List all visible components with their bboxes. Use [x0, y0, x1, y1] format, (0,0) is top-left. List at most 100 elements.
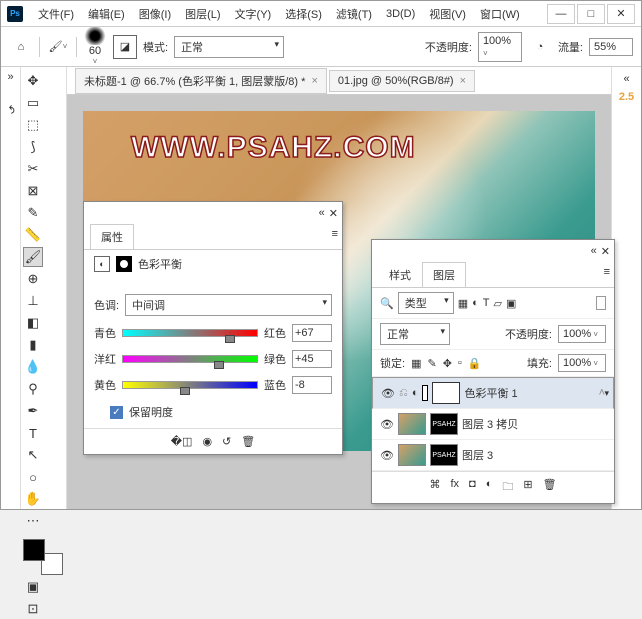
reset-icon[interactable]: ↺ [222, 435, 231, 448]
doc-tab-2[interactable]: 01.jpg @ 50%(RGB/8#) × [329, 70, 475, 92]
pen-tool[interactable]: ✒ [23, 401, 43, 421]
expand-icon[interactable]: » [7, 71, 13, 83]
layer-thumb[interactable] [398, 444, 426, 466]
link-icon[interactable]: ⌘ [429, 478, 440, 497]
layer-name[interactable]: 色彩平衡 1 [464, 385, 517, 401]
healing-tool[interactable]: ⊕ [23, 269, 43, 289]
layer-row-color-balance[interactable]: 👁 ⎌ ◐ 色彩平衡 1 ˄ [372, 377, 614, 409]
menu-window[interactable]: 窗口(W) [473, 6, 527, 22]
screenmode-tool[interactable]: ⊡ [23, 599, 43, 619]
home-icon[interactable]: ⌂ [9, 35, 33, 59]
close-icon[interactable]: × [311, 75, 317, 87]
visibility-icon[interactable]: 👁 [380, 418, 394, 431]
trash-icon[interactable]: 🗑 [543, 478, 557, 497]
mask-icon[interactable] [116, 256, 132, 272]
panel-menu-icon[interactable]: ≡ [328, 224, 342, 249]
gradient-tool[interactable]: ▮ [23, 335, 43, 355]
marquee-tool[interactable]: ⬚ [23, 115, 43, 135]
lock-paint-icon[interactable]: ✎ [427, 357, 436, 370]
mask-icon[interactable]: ◘ [469, 478, 476, 497]
layer-thumb-text[interactable]: PSAHZ [430, 444, 458, 466]
crop-tool[interactable]: ✂ [23, 159, 43, 179]
menu-type[interactable]: 文字(Y) [228, 6, 279, 22]
flow-input[interactable]: 55% [589, 38, 633, 56]
lock-position-icon[interactable]: ✥ [443, 357, 452, 370]
visibility-icon[interactable]: 👁 [381, 387, 395, 400]
fill-input[interactable]: 100% [558, 354, 606, 372]
lock-pixels-icon[interactable]: ▦ [411, 357, 421, 370]
history-icon[interactable]: ↶ [4, 105, 17, 114]
frame-tool[interactable]: ⊠ [23, 181, 43, 201]
shape-tool[interactable]: ○ [23, 467, 43, 487]
yellow-blue-value[interactable]: -8 [292, 376, 332, 394]
collapse-icon[interactable]: « [623, 73, 629, 85]
filter-type-select[interactable]: 类型 [398, 292, 454, 314]
menu-3d[interactable]: 3D(D) [379, 8, 422, 20]
brush-tool-icon[interactable]: 🖌 [46, 35, 70, 59]
menu-view[interactable]: 视图(V) [422, 6, 473, 22]
tone-select[interactable]: 中间调 [125, 294, 332, 316]
window-close-button[interactable]: ✕ [607, 4, 635, 24]
clone-tool[interactable]: ⊥ [23, 291, 43, 311]
close-icon[interactable]: ✕ [601, 245, 610, 258]
menu-image[interactable]: 图像(I) [132, 6, 178, 22]
lock-artboard-icon[interactable]: ▫ [458, 357, 462, 369]
cyan-red-slider[interactable] [122, 329, 258, 337]
link-icon[interactable]: ⎌ [399, 387, 408, 400]
adjustment-icon[interactable]: ◐ [486, 478, 493, 497]
window-minimize-button[interactable]: — [547, 4, 575, 24]
menu-layer[interactable]: 图层(L) [178, 6, 227, 22]
pressure-opacity-icon[interactable]: ◔ [528, 35, 552, 59]
dodge-tool[interactable]: ⚲ [23, 379, 43, 399]
layer-row-3[interactable]: 👁 PSAHZ 图层 3 [372, 440, 614, 471]
artboard-tool[interactable]: ▭ [23, 93, 43, 113]
tab-layers[interactable]: 图层 [422, 262, 466, 287]
blur-tool[interactable]: 💧 [23, 357, 43, 377]
layer-name[interactable]: 图层 3 拷贝 [462, 416, 518, 432]
view-icon[interactable]: ◉ [202, 435, 212, 448]
menu-file[interactable]: 文件(F) [31, 6, 81, 22]
new-layer-icon[interactable]: ⊞ [523, 478, 532, 497]
filter-shape-icon[interactable]: ▱ [494, 297, 502, 310]
trash-icon[interactable]: 🗑 [241, 435, 255, 448]
layer-row-copy[interactable]: 👁 PSAHZ 图层 3 拷贝 [372, 409, 614, 440]
panel-menu-icon[interactable]: ≡ [600, 262, 614, 287]
type-tool[interactable]: T [23, 423, 43, 443]
brush-panel-toggle-icon[interactable]: ◪ [113, 35, 137, 59]
filter-pixel-icon[interactable]: ▦ [458, 297, 468, 310]
doc-tab-1[interactable]: 未标题-1 @ 66.7% (色彩平衡 1, 图层蒙版/8) * × [75, 68, 327, 94]
blend-mode-select[interactable]: 正常 [174, 36, 284, 58]
more-tool[interactable]: ⋯ [23, 511, 43, 531]
layers-panel[interactable]: « ✕ 样式 图层 ≡ 🔍 类型 ▦ ◐ T ▱ ▣ 正常 不透明度: 100%… [371, 239, 615, 504]
magenta-green-value[interactable]: +45 [292, 350, 332, 368]
filter-toggle[interactable] [596, 296, 606, 310]
lock-all-icon[interactable]: 🔒 [468, 357, 482, 370]
blend-mode-select[interactable]: 正常 [380, 323, 450, 345]
quickmask-tool[interactable]: ▣ [23, 577, 43, 597]
close-icon[interactable]: × [460, 75, 466, 87]
menu-select[interactable]: 选择(S) [278, 6, 329, 22]
visibility-icon[interactable]: 👁 [380, 449, 394, 462]
magenta-green-slider[interactable] [122, 355, 258, 363]
filter-type-icon[interactable]: T [483, 297, 490, 309]
search-icon[interactable]: 🔍 [380, 297, 394, 310]
foreground-swatch[interactable] [23, 539, 45, 561]
layer-name[interactable]: 图层 3 [462, 447, 493, 463]
yellow-blue-slider[interactable] [122, 381, 258, 389]
properties-panel[interactable]: « ✕ 属性 ≡ ◐ 色彩平衡 色调: 中间调 青色 红色 +67 洋红 绿色 … [83, 201, 343, 455]
menu-filter[interactable]: 滤镜(T) [329, 6, 379, 22]
collapse-icon[interactable]: « [591, 245, 597, 257]
window-maximize-button[interactable]: □ [577, 4, 605, 24]
clip-icon[interactable]: �◫ [171, 435, 193, 448]
filter-adjust-icon[interactable]: ◐ [472, 297, 479, 309]
brush-tool[interactable]: 🖌 [23, 247, 43, 267]
tab-styles[interactable]: 样式 [378, 262, 422, 287]
close-icon[interactable]: ✕ [329, 207, 338, 220]
layer-thumb[interactable] [398, 413, 426, 435]
layer-thumb-text[interactable]: PSAHZ [430, 413, 458, 435]
fx-icon[interactable]: fx [450, 478, 459, 497]
layer-mask-thumb[interactable] [432, 382, 460, 404]
collapse-icon[interactable]: « [319, 207, 325, 219]
hand-tool[interactable]: ✋ [23, 489, 43, 509]
opacity-input[interactable]: 100% [478, 32, 522, 62]
